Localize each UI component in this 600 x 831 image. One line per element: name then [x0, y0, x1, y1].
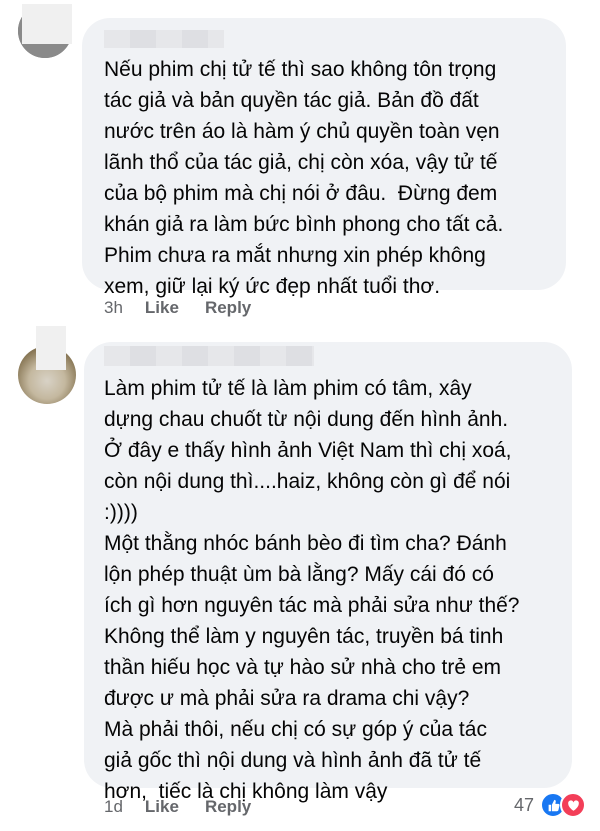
comment-text: Nếu phim chị tử tế thì sao không tôn trọ…: [104, 58, 504, 298]
comment-actions: 1d Like Reply: [104, 797, 277, 817]
comment-timestamp[interactable]: 1d: [104, 797, 123, 817]
commenter-name-redacted[interactable]: [104, 30, 224, 48]
reactions-summary[interactable]: 47: [514, 792, 586, 818]
like-button[interactable]: Like: [145, 797, 179, 817]
comment-actions: 3h Like Reply: [104, 298, 277, 318]
reaction-count: 47: [513, 794, 534, 815]
comment-text: Làm phim tử tế là làm phim có tâm, xây d…: [104, 377, 520, 803]
love-icon: [560, 792, 586, 818]
reply-button[interactable]: Reply: [205, 797, 251, 817]
avatar-redaction: [36, 326, 66, 370]
like-button[interactable]: Like: [145, 298, 179, 318]
comment-thread: Nếu phim chị tử tế thì sao không tôn trọ…: [0, 0, 600, 831]
commenter-name-redacted[interactable]: [104, 346, 314, 366]
comment-timestamp[interactable]: 3h: [104, 298, 123, 318]
avatar-redaction: [22, 4, 72, 44]
reply-button[interactable]: Reply: [205, 298, 251, 318]
